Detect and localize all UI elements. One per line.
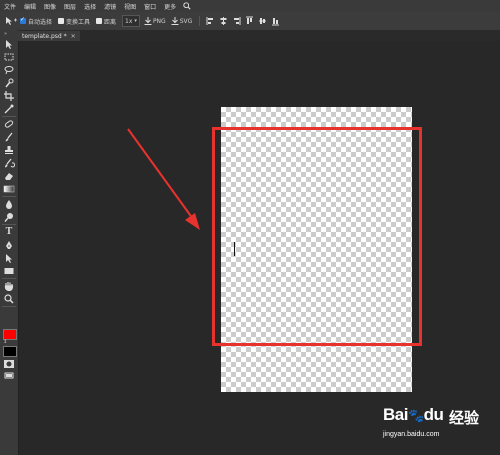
auto-select-label: 自动选择 <box>28 18 53 26</box>
align-top-icon[interactable] <box>245 16 254 26</box>
download-icon <box>144 17 152 25</box>
export-svg-label: SVG <box>179 17 193 25</box>
tools-panel: » T ↕ ⇄ <box>0 30 19 455</box>
screen-mode-icon[interactable] <box>3 371 15 381</box>
align-right-icon[interactable] <box>232 16 241 26</box>
tool-divider <box>2 196 16 197</box>
zoom-value: 1x <box>125 17 133 25</box>
export-svg-button[interactable]: SVG <box>171 17 193 25</box>
menu-layer[interactable]: 图层 <box>60 2 80 11</box>
stamp-tool-icon[interactable] <box>3 145 15 155</box>
tab-template-psd[interactable]: template.psd * ✕ <box>18 31 80 41</box>
dodge-tool-icon[interactable] <box>3 212 15 222</box>
align-left-icon[interactable] <box>206 16 215 26</box>
menu-edit[interactable]: 编辑 <box>20 2 40 11</box>
paw-icon: 🐾 <box>407 408 424 423</box>
search-icon[interactable] <box>183 2 191 10</box>
menu-file[interactable]: 文件 <box>0 2 20 11</box>
move-tool-icon[interactable] <box>3 39 15 49</box>
eyedropper-icon[interactable] <box>3 104 15 114</box>
menu-view[interactable]: 视图 <box>120 2 140 11</box>
download-icon <box>171 17 179 25</box>
transform-option[interactable]: 变换工具 <box>58 17 90 26</box>
tab-label: template.psd * <box>22 32 67 40</box>
crop-tool-icon[interactable] <box>3 91 15 101</box>
watermark-brand: Bai🐾du <box>383 405 444 424</box>
panel-collapse-icon[interactable]: » <box>4 31 7 37</box>
path-select-icon[interactable] <box>3 253 15 263</box>
lasso-tool-icon[interactable] <box>3 65 15 75</box>
close-icon[interactable]: ✕ <box>71 33 76 40</box>
shape-tool-icon[interactable] <box>3 266 15 276</box>
tool-divider <box>2 116 16 117</box>
distance-option[interactable]: 距离 <box>96 17 116 26</box>
export-png-label: PNG <box>152 17 166 25</box>
export-png-button[interactable]: PNG <box>144 17 166 25</box>
baidu-watermark: Bai🐾du 经验 jingyan.baidu.com <box>383 405 500 455</box>
menu-bar: 文件 编辑 图像 图层 选择 滤镜 视图 窗口 更多 <box>0 0 500 12</box>
menu-image[interactable]: 图像 <box>40 2 60 11</box>
watermark-url: jingyan.baidu.com <box>383 431 440 438</box>
document-tabs: template.psd * ✕ <box>18 30 500 41</box>
align-center-icon[interactable] <box>219 16 228 26</box>
tool-divider <box>2 224 16 225</box>
watermark-brand-cn: 经验 <box>449 409 480 427</box>
quick-mask-icon[interactable] <box>3 359 15 369</box>
type-tool-icon[interactable]: T <box>3 227 15 237</box>
brush-tool-icon[interactable] <box>3 132 15 142</box>
divider <box>199 16 201 26</box>
tool-divider <box>2 306 16 307</box>
distance-label: 距离 <box>104 18 117 26</box>
menu-window[interactable]: 窗口 <box>140 2 160 11</box>
move-tool-icon[interactable] <box>4 16 18 26</box>
tool-divider <box>2 278 16 279</box>
pen-tool-icon[interactable] <box>3 240 15 250</box>
options-bar: 自动选择 变换工具 距离 1x ▾ PNG SVG <box>0 12 500 31</box>
text-cursor <box>234 242 235 256</box>
menu-filter[interactable]: 滤镜 <box>100 2 120 11</box>
zoom-tool-icon[interactable] <box>3 294 15 304</box>
auto-select-checkbox[interactable] <box>20 16 26 24</box>
chevron-down-icon: ▾ <box>134 18 137 24</box>
transform-label: 变换工具 <box>66 18 91 26</box>
menu-select[interactable]: 选择 <box>80 2 100 11</box>
background-color-swatch[interactable] <box>3 346 17 357</box>
annotation-highlight-box <box>212 127 422 346</box>
marquee-tool-icon[interactable] <box>3 52 15 62</box>
transform-checkbox[interactable] <box>58 18 65 24</box>
align-middle-icon[interactable] <box>258 16 267 26</box>
eraser-tool-icon[interactable] <box>3 171 15 181</box>
quick-select-icon[interactable] <box>3 78 15 88</box>
distance-checkbox[interactable] <box>96 18 103 24</box>
history-brush-icon[interactable] <box>3 158 15 168</box>
healing-brush-icon[interactable] <box>3 119 15 129</box>
hand-tool-icon[interactable] <box>3 281 15 291</box>
auto-select-option[interactable]: 自动选择 <box>20 16 53 26</box>
menu-more[interactable]: 更多 <box>160 2 180 11</box>
align-bottom-icon[interactable] <box>271 16 280 26</box>
zoom-select[interactable]: 1x ▾ <box>122 15 140 27</box>
blur-tool-icon[interactable] <box>3 199 15 209</box>
gradient-tool-icon[interactable] <box>3 184 15 194</box>
